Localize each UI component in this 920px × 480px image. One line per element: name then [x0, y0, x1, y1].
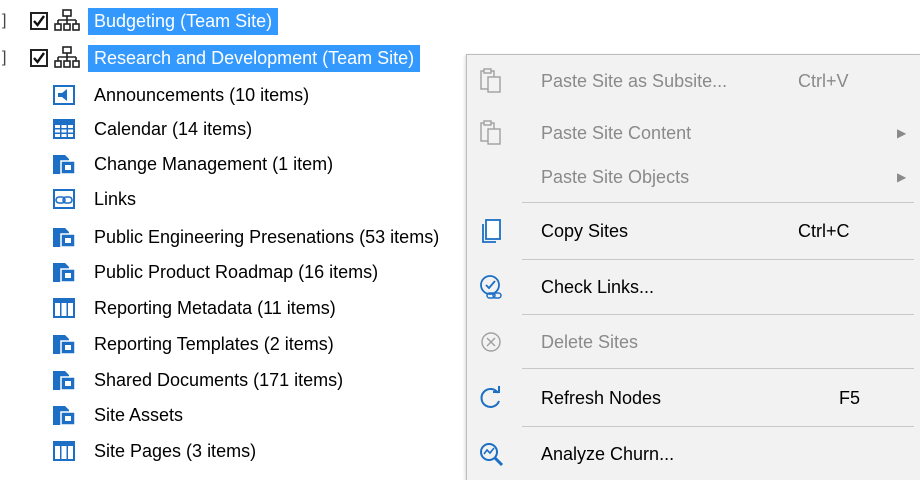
tree-node-list[interactable]: Public Engineering Presenations (53 item…	[0, 222, 466, 252]
submenu-arrow-icon: ▶	[897, 170, 907, 184]
analyze-churn-icon	[477, 440, 505, 468]
announcements-list-icon	[52, 83, 76, 107]
menu-item-shortcut: F5	[839, 388, 861, 408]
menu-item-label: Paste Site as Subsite...	[541, 71, 728, 91]
list-label[interactable]: Shared Documents (171 items)	[94, 368, 343, 392]
menu-separator	[522, 426, 914, 427]
tree-expander[interactable]: ]	[2, 49, 12, 67]
tree-node-list[interactable]: Calendar (14 items)	[0, 114, 466, 144]
list-label[interactable]: Links	[94, 187, 136, 211]
menu-item-paste-site-objects[interactable]: Paste Site Objects ▶	[467, 151, 920, 203]
tree-node-list[interactable]: Reporting Templates (2 items)	[0, 329, 466, 359]
document-library-icon	[52, 152, 76, 176]
menu-item-shortcut: Ctrl+V	[798, 71, 849, 91]
tree-node-list[interactable]: Site Assets	[0, 400, 466, 430]
list-label[interactable]: Change Management (1 item)	[94, 152, 333, 176]
tree-node-list[interactable]: Announcements (10 items)	[0, 80, 466, 110]
copy-icon	[477, 217, 505, 245]
tree-node-list[interactable]: Shared Documents (171 items)	[0, 365, 466, 395]
context-menu: Paste Site as Subsite... Ctrl+V Paste Si…	[466, 54, 920, 480]
refresh-icon	[477, 384, 505, 412]
tree-node-list[interactable]: Reporting Metadata (11 items)	[0, 293, 466, 323]
list-label[interactable]: Site Assets	[94, 403, 183, 427]
menu-item-shortcut: Ctrl+C	[798, 221, 850, 241]
menu-item-analyze-churn[interactable]: Analyze Churn...	[467, 428, 920, 480]
list-label[interactable]: Reporting Templates (2 items)	[94, 332, 334, 356]
menu-item-label: Paste Site Objects	[541, 167, 690, 187]
document-library-icon	[52, 332, 76, 356]
check-links-icon	[477, 273, 505, 301]
site-hierarchy-icon	[54, 9, 80, 33]
menu-separator	[522, 314, 914, 315]
list-label[interactable]: Site Pages (3 items)	[94, 439, 256, 463]
custom-list-icon	[52, 439, 76, 463]
document-library-icon	[52, 260, 76, 284]
menu-separator	[522, 259, 914, 260]
site-checkbox[interactable]	[30, 49, 48, 67]
document-library-icon	[52, 403, 76, 427]
menu-separator	[522, 368, 914, 369]
tree-expander[interactable]: ]	[2, 12, 12, 30]
tree-node-list[interactable]: Change Management (1 item)	[0, 149, 466, 179]
tree-node-site[interactable]: ] Budgeting (Team Site)	[0, 6, 330, 36]
list-label[interactable]: Calendar (14 items)	[94, 117, 252, 141]
site-hierarchy-icon	[54, 46, 80, 70]
calendar-list-icon	[52, 117, 76, 141]
list-label[interactable]: Public Engineering Presenations (53 item…	[94, 225, 439, 249]
links-list-icon	[52, 187, 76, 211]
list-label[interactable]: Announcements (10 items)	[94, 83, 309, 107]
document-library-icon	[52, 225, 76, 249]
menu-item-label: Delete Sites	[541, 332, 639, 352]
menu-item-label: Analyze Churn...	[541, 444, 675, 464]
tree-node-list[interactable]: Site Pages (3 items)	[0, 436, 466, 466]
menu-item-check-links[interactable]: Check Links...	[467, 261, 920, 313]
tree-node-site[interactable]: ] Research and Development (Team Site)	[0, 43, 466, 73]
menu-item-label: Copy Sites	[541, 221, 629, 241]
menu-item-paste-site-as-subsite[interactable]: Paste Site as Subsite... Ctrl+V	[467, 55, 920, 107]
menu-item-label: Check Links...	[541, 277, 655, 297]
menu-separator	[522, 202, 914, 203]
paste-icon	[477, 67, 505, 95]
paste-icon	[477, 119, 505, 147]
custom-list-icon	[52, 296, 76, 320]
menu-item-refresh-nodes[interactable]: Refresh Nodes F5	[467, 372, 920, 424]
list-label[interactable]: Reporting Metadata (11 items)	[94, 296, 336, 320]
menu-item-delete-sites[interactable]: Delete Sites	[467, 316, 920, 368]
document-library-icon	[52, 368, 76, 392]
tree-node-list[interactable]: Public Product Roadmap (16 items)	[0, 257, 466, 287]
site-label[interactable]: Budgeting (Team Site)	[88, 7, 279, 35]
menu-item-copy-sites[interactable]: Copy Sites Ctrl+C	[467, 205, 920, 257]
delete-icon	[477, 328, 505, 356]
site-checkbox[interactable]	[30, 12, 48, 30]
list-label[interactable]: Public Product Roadmap (16 items)	[94, 260, 378, 284]
tree-node-list[interactable]: Links	[0, 184, 466, 214]
menu-item-label: Refresh Nodes	[541, 388, 662, 408]
site-label[interactable]: Research and Development (Team Site)	[88, 44, 421, 72]
